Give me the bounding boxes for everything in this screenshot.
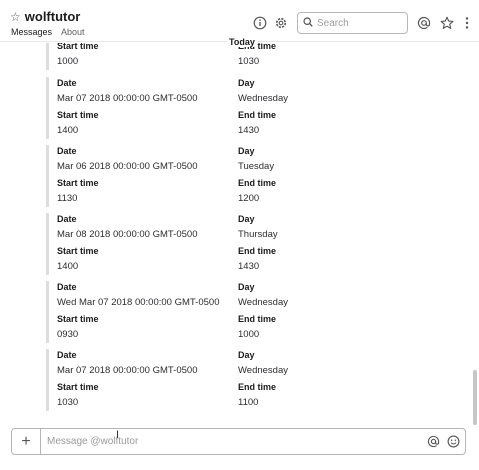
start-time-field: Start time 0930 [57, 313, 99, 341]
end-time-field: End time 1430 [238, 109, 276, 137]
end-time-value: 1430 [238, 125, 260, 136]
date-divider: Today [227, 37, 257, 47]
text-cursor-icon: I [116, 429, 120, 441]
start-time-field: Start time 1400 [57, 109, 99, 137]
end-time-value: 1030 [238, 56, 260, 67]
channel-header: ☆ wolftutor Messages About [0, 0, 479, 42]
end-time-field: End time 1000 [238, 313, 276, 341]
search-input[interactable] [317, 17, 397, 29]
start-time-field: Start time 1130 [57, 177, 99, 205]
gear-icon[interactable] [273, 15, 289, 31]
start-time-value: 0930 [57, 329, 79, 340]
message-list[interactable]: Start time 1000 End time 1030 Date Mar 07… [0, 43, 470, 420]
end-time-label: End time [238, 178, 277, 188]
attachment-card: Date Wed Mar 07 2018 00:00:00 GMT-0500 Day… [46, 281, 336, 343]
day-value: Wednesday [238, 365, 288, 376]
channel-tabs: Messages About [11, 27, 94, 37]
day-field: Day Tuesday [238, 145, 274, 173]
day-field: Day Wednesday [238, 77, 288, 105]
end-time-label: End time [238, 110, 277, 120]
start-time-label: Start time [57, 178, 99, 188]
start-time-field: Start time 1400 [57, 245, 99, 273]
search-icon [303, 14, 313, 32]
info-icon[interactable] [252, 15, 268, 31]
start-time-field: Start time 1000 [57, 43, 99, 68]
start-time-label: Start time [57, 246, 99, 256]
day-value: Thursday [238, 229, 278, 240]
attachment-card: Date Mar 07 2018 00:00:00 GMT-0500 Day Wedn… [46, 349, 336, 411]
search-field[interactable] [297, 12, 408, 34]
date-label: Date [57, 214, 77, 224]
date-field: Date Mar 07 2018 00:00:00 GMT-0500 [57, 77, 197, 105]
end-time-value: 1430 [238, 261, 260, 272]
end-time-field: End time 1430 [238, 245, 276, 273]
more-options-icon[interactable] [459, 15, 475, 31]
day-label: Day [238, 214, 255, 224]
day-field: Day Thursday [238, 213, 278, 241]
date-field: Date Mar 07 2018 00:00:00 GMT-0500 [57, 349, 197, 377]
mention-icon[interactable] [425, 434, 441, 450]
message-input[interactable] [41, 436, 425, 447]
day-label: Day [238, 146, 255, 156]
date-label: Date [57, 282, 77, 292]
end-time-value: 1000 [238, 329, 260, 340]
start-time-value: 1030 [57, 397, 79, 408]
start-time-field: Start time 1030 [57, 381, 99, 409]
date-field: Date Mar 08 2018 00:00:00 GMT-0500 [57, 213, 197, 241]
plus-icon: + [21, 432, 31, 450]
end-time-field: End time 1100 [238, 381, 276, 409]
end-time-value: 1200 [238, 193, 260, 204]
end-time-label: End time [238, 382, 277, 392]
day-field: Day Wednesday [238, 349, 288, 377]
end-time-label: End time [238, 314, 277, 324]
add-attachment-button[interactable]: + [12, 429, 41, 454]
attachment-card: Date Mar 07 2018 00:00:00 GMT-0500 Day Wedn… [46, 77, 336, 139]
date-field: Date Wed Mar 07 2018 00:00:00 GMT-0500 [57, 281, 219, 309]
starred-items-icon[interactable] [439, 15, 455, 31]
day-field: Day Wednesday [238, 281, 288, 309]
date-value: Wed Mar 07 2018 00:00:00 GMT-0500 [57, 297, 220, 308]
date-label: Date [57, 146, 77, 156]
date-field: Date Mar 06 2018 00:00:00 GMT-0500 [57, 145, 197, 173]
date-value: Mar 07 2018 00:00:00 GMT-0500 [57, 93, 198, 104]
end-time-value: 1100 [238, 397, 259, 408]
date-value: Mar 08 2018 00:00:00 GMT-0500 [57, 229, 198, 240]
day-label: Day [238, 282, 255, 292]
attachment-card: Date Mar 06 2018 00:00:00 GMT-0500 Day Tues… [46, 145, 336, 207]
start-time-value: 1000 [57, 56, 79, 67]
channel-title: ☆ wolftutor [10, 9, 80, 24]
end-time-label: End time [238, 246, 277, 256]
date-label: Date [57, 78, 77, 88]
day-label: Day [238, 78, 255, 88]
start-time-value: 1400 [57, 261, 79, 272]
day-label: Day [238, 350, 255, 360]
mentions-icon[interactable] [416, 15, 432, 31]
start-time-label: Start time [57, 43, 99, 51]
start-time-value: 1130 [57, 193, 78, 204]
tab-messages[interactable]: Messages [11, 27, 52, 37]
start-time-label: Start time [57, 382, 99, 392]
attachment-card: Start time 1000 End time 1030 [46, 43, 336, 70]
start-time-label: Start time [57, 110, 99, 120]
date-value: Mar 07 2018 00:00:00 GMT-0500 [57, 365, 198, 376]
start-time-label: Start time [57, 314, 99, 324]
attachment-card: Date Mar 08 2018 00:00:00 GMT-0500 Day Thur… [46, 213, 336, 275]
day-value: Wednesday [238, 297, 288, 308]
tab-about[interactable]: About [61, 27, 85, 37]
end-time-field: End time 1200 [238, 177, 276, 205]
channel-name[interactable]: wolftutor [25, 9, 81, 24]
message-composer: + [11, 428, 466, 455]
star-icon[interactable]: ☆ [10, 11, 21, 23]
scrollbar-thumb[interactable] [473, 370, 477, 425]
start-time-value: 1400 [57, 125, 79, 136]
date-value: Mar 06 2018 00:00:00 GMT-0500 [57, 161, 198, 172]
day-value: Tuesday [238, 161, 275, 172]
emoji-icon[interactable] [445, 434, 461, 450]
day-value: Wednesday [238, 93, 288, 104]
date-label: Date [57, 350, 77, 360]
